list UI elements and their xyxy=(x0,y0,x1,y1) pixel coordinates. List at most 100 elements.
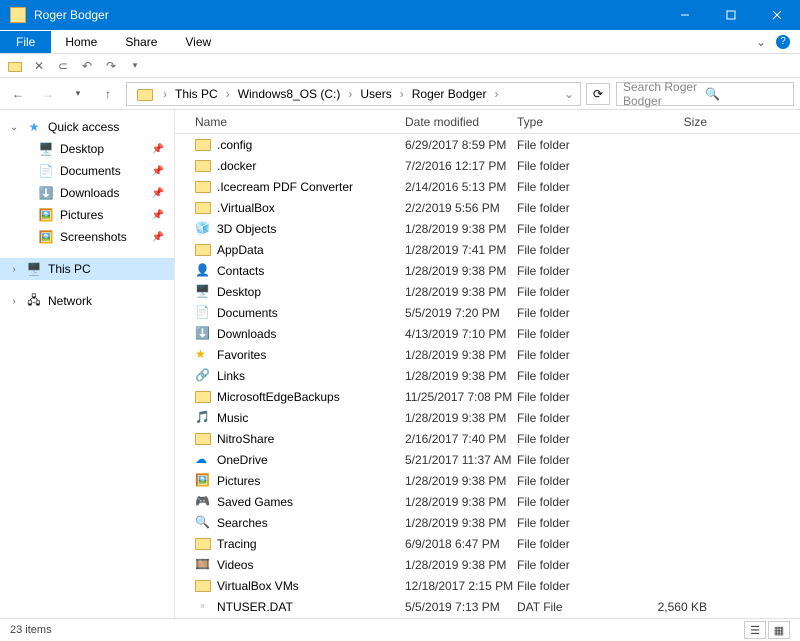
file-date: 1/28/2019 9:38 PM xyxy=(405,495,517,509)
file-row[interactable]: 🎵 Music 1/28/2019 9:38 PM File folder xyxy=(175,407,800,428)
file-name: .config xyxy=(217,138,405,152)
file-name: MicrosoftEdgeBackups xyxy=(217,390,405,404)
crumb-user[interactable]: Roger Bodger xyxy=(408,85,491,103)
file-row[interactable]: 🖥️ Desktop 1/28/2019 9:38 PM File folder xyxy=(175,281,800,302)
sidebar-item[interactable]: 🖼️ Pictures 📌 xyxy=(0,204,174,226)
music-icon: 🎵 xyxy=(195,410,211,426)
file-name: Tracing xyxy=(217,537,405,551)
qat-dropdown-icon[interactable]: ▾ xyxy=(126,57,144,75)
chevron-right-icon[interactable]: › xyxy=(492,87,500,101)
file-row[interactable]: .Icecream PDF Converter 2/14/2016 5:13 P… xyxy=(175,176,800,197)
new-folder-icon[interactable] xyxy=(6,57,24,75)
chevron-down-icon[interactable]: ⌄ xyxy=(8,122,20,133)
file-row[interactable]: 🎞️ Videos 1/28/2019 9:38 PM File folder xyxy=(175,554,800,575)
file-row[interactable]: ★ Favorites 1/28/2019 9:38 PM File folde… xyxy=(175,344,800,365)
col-type[interactable]: Type xyxy=(517,115,635,129)
file-row[interactable]: 👤 Contacts 1/28/2019 9:38 PM File folder xyxy=(175,260,800,281)
docs-icon: 📄 xyxy=(195,305,211,321)
file-row[interactable]: .config 6/29/2017 8:59 PM File folder xyxy=(175,134,800,155)
crumb-users[interactable]: Users xyxy=(356,85,395,103)
tab-file[interactable]: File xyxy=(0,31,51,53)
sidebar-item[interactable]: 🖥️ Desktop 📌 xyxy=(0,138,174,160)
file-row[interactable]: 📄 Documents 5/5/2019 7:20 PM File folder xyxy=(175,302,800,323)
sidebar-quick-access[interactable]: ⌄ ★ Quick access xyxy=(0,116,174,138)
tab-view[interactable]: View xyxy=(171,31,225,53)
chevron-right-icon[interactable]: › xyxy=(8,296,20,307)
window-folder-icon xyxy=(10,7,26,23)
view-icons-button[interactable]: ▦ xyxy=(768,621,790,639)
pc-icon: 🖥️ xyxy=(26,261,42,277)
title-bar: Roger Bodger xyxy=(0,0,800,30)
file-name: 3D Objects xyxy=(217,222,405,236)
crumb-drive[interactable]: Windows8_OS (C:) xyxy=(234,85,345,103)
file-row[interactable]: 🖼️ Pictures 1/28/2019 9:38 PM File folde… xyxy=(175,470,800,491)
maximize-button[interactable] xyxy=(708,0,754,30)
address-dropdown-icon[interactable]: ⌄ xyxy=(562,87,576,101)
undo-icon[interactable]: ↶ xyxy=(78,57,96,75)
chevron-right-icon[interactable]: › xyxy=(346,87,354,101)
crumb-thispc[interactable]: This PC xyxy=(171,85,222,103)
folder-icon xyxy=(195,431,211,447)
breadcrumb[interactable]: › This PC › Windows8_OS (C:) › Users › R… xyxy=(126,82,581,106)
folder-icon: 🖼️ xyxy=(38,207,54,223)
tab-home[interactable]: Home xyxy=(51,31,111,53)
file-row[interactable]: Tracing 6/9/2018 6:47 PM File folder xyxy=(175,533,800,554)
folder-icon xyxy=(195,389,211,405)
search-input[interactable]: Search Roger Bodger 🔍 xyxy=(616,82,794,106)
tab-share[interactable]: Share xyxy=(111,31,171,53)
view-details-button[interactable]: ☰ xyxy=(744,621,766,639)
back-button[interactable]: ← xyxy=(6,82,30,106)
redo-icon[interactable]: ↷ xyxy=(102,57,120,75)
videos-icon: 🎞️ xyxy=(195,557,211,573)
chevron-right-icon[interactable]: › xyxy=(224,87,232,101)
refresh-button[interactable]: ⟳ xyxy=(586,83,610,105)
chevron-right-icon[interactable]: › xyxy=(8,264,20,275)
file-row[interactable]: ⬇️ Downloads 4/13/2019 7:10 PM File fold… xyxy=(175,323,800,344)
sidebar-item-label: Pictures xyxy=(60,208,103,222)
recent-dropdown-icon[interactable]: ▾ xyxy=(66,82,90,106)
file-name: Saved Games xyxy=(217,495,405,509)
search-icon: 🔍 xyxy=(195,515,211,531)
sidebar-item[interactable]: 🖼️ Screenshots 📌 xyxy=(0,226,174,248)
forward-button[interactable]: → xyxy=(36,82,60,106)
file-row[interactable]: 🎮 Saved Games 1/28/2019 9:38 PM File fol… xyxy=(175,491,800,512)
cut-icon[interactable]: ✕ xyxy=(30,57,48,75)
sidebar-item[interactable]: 📄 Documents 📌 xyxy=(0,160,174,182)
close-button[interactable] xyxy=(754,0,800,30)
file-date: 6/9/2018 6:47 PM xyxy=(405,537,517,551)
sidebar-this-pc[interactable]: › 🖥️ This PC xyxy=(0,258,174,280)
file-row[interactable]: 🔗 Links 1/28/2019 9:38 PM File folder xyxy=(175,365,800,386)
copy-icon[interactable]: ⊂ xyxy=(54,57,72,75)
col-date[interactable]: Date modified xyxy=(405,115,517,129)
file-row[interactable]: ▫️ NTUSER.DAT 5/5/2019 7:13 PM DAT File … xyxy=(175,596,800,617)
file-type: File folder xyxy=(517,159,635,173)
chevron-right-icon[interactable]: › xyxy=(161,87,169,101)
file-date: 1/28/2019 9:38 PM xyxy=(405,369,517,383)
network-icon: 🖧 xyxy=(26,293,42,309)
file-row[interactable]: MicrosoftEdgeBackups 11/25/2017 7:08 PM … xyxy=(175,386,800,407)
file-row[interactable]: .VirtualBox 2/2/2019 5:56 PM File folder xyxy=(175,197,800,218)
folder-icon: ⬇️ xyxy=(38,185,54,201)
file-row[interactable]: NitroShare 2/16/2017 7:40 PM File folder xyxy=(175,428,800,449)
file-date: 12/18/2017 2:15 PM xyxy=(405,579,517,593)
sidebar-network[interactable]: › 🖧 Network xyxy=(0,290,174,312)
help-icon[interactable]: ? xyxy=(776,35,790,49)
file-date: 6/29/2017 8:59 PM xyxy=(405,138,517,152)
up-button[interactable]: ↑ xyxy=(96,82,120,106)
file-row[interactable]: VirtualBox VMs 12/18/2017 2:15 PM File f… xyxy=(175,575,800,596)
file-type: File folder xyxy=(517,369,635,383)
col-size[interactable]: Size xyxy=(635,115,715,129)
file-row[interactable]: AppData 1/28/2019 7:41 PM File folder xyxy=(175,239,800,260)
file-row[interactable]: .docker 7/2/2016 12:17 PM File folder xyxy=(175,155,800,176)
file-date: 11/25/2017 7:08 PM xyxy=(405,390,517,404)
minimize-button[interactable] xyxy=(662,0,708,30)
file-row[interactable]: 🧊 3D Objects 1/28/2019 9:38 PM File fold… xyxy=(175,218,800,239)
col-name[interactable]: Name xyxy=(195,115,405,129)
pin-icon: 📌 xyxy=(152,210,164,221)
chevron-right-icon[interactable]: › xyxy=(398,87,406,101)
expand-ribbon-icon[interactable]: ⌄ xyxy=(756,35,766,49)
sidebar-item[interactable]: ⬇️ Downloads 📌 xyxy=(0,182,174,204)
file-row[interactable]: ☁ OneDrive 5/21/2017 11:37 AM File folde… xyxy=(175,449,800,470)
pin-icon: 📌 xyxy=(152,188,164,199)
file-row[interactable]: 🔍 Searches 1/28/2019 9:38 PM File folder xyxy=(175,512,800,533)
